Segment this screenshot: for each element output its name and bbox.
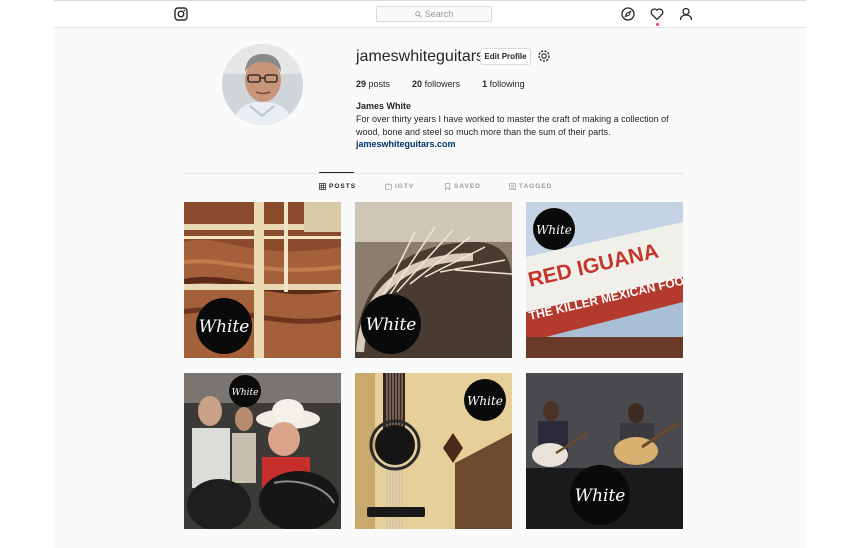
search-icon	[414, 10, 422, 18]
notification-dot	[656, 23, 659, 26]
grid-icon	[319, 183, 326, 190]
post-tile[interactable]: White	[355, 202, 512, 358]
post-tile[interactable]: White	[184, 373, 341, 529]
tab-saved-label: SAVED	[454, 183, 481, 190]
watermark-text: White	[232, 388, 259, 398]
posts-stat[interactable]: 29 posts	[356, 79, 390, 89]
tab-posts[interactable]: POSTS	[319, 183, 356, 190]
active-tab-indicator	[319, 172, 354, 173]
tab-saved[interactable]: SAVED	[444, 183, 481, 190]
profile-website-link[interactable]: jameswhiteguitars.com	[356, 139, 456, 149]
explore-compass-icon[interactable]	[621, 7, 635, 21]
post-tile[interactable]: White	[184, 202, 341, 358]
settings-gear-icon[interactable]	[537, 49, 551, 63]
following-stat[interactable]: 1 following	[482, 79, 525, 89]
search-placeholder: Search	[424, 9, 454, 19]
search-input[interactable]: Search	[376, 6, 492, 22]
followers-label: followers	[424, 79, 461, 89]
posts-count: 29	[356, 79, 367, 89]
tab-tagged-label: TAGGED	[519, 183, 553, 190]
profile-bio: For over thirty years I have worked to m…	[356, 114, 669, 137]
profile-avatar[interactable]	[222, 44, 303, 125]
watermark-text: White	[575, 486, 626, 506]
profile-stats: 29 posts 20 followers 1 following	[356, 79, 547, 89]
post-tile[interactable]: White	[355, 373, 512, 529]
tab-igtv-label: IGTV	[395, 183, 415, 190]
tabs-divider	[184, 173, 684, 174]
followers-stat[interactable]: 20 followers	[412, 79, 460, 89]
tab-tagged[interactable]: TAGGED	[509, 183, 552, 190]
watermark-text: White	[467, 394, 503, 408]
following-count: 1	[482, 79, 488, 89]
profile-username: jameswhiteguitars	[356, 48, 485, 65]
post-tile[interactable]: White	[526, 373, 683, 529]
igtv-icon	[385, 183, 392, 190]
watermark-text: White	[199, 317, 250, 337]
bookmark-icon	[444, 183, 451, 190]
watermark-text: White	[536, 223, 572, 237]
following-label: following	[489, 79, 525, 89]
activity-heart-icon[interactable]	[650, 7, 664, 21]
edit-profile-button[interactable]: Edit Profile	[480, 48, 531, 65]
watermark-text: White	[366, 315, 417, 335]
posts-label: posts	[368, 79, 391, 89]
tag-person-icon	[509, 183, 516, 190]
profile-person-icon[interactable]	[679, 7, 693, 21]
profile-full-name: James White	[356, 101, 412, 111]
post-tile[interactable]: RED IGUANA THE KILLER MEXICAN FOOD White	[526, 202, 683, 358]
tab-igtv[interactable]: IGTV	[385, 183, 414, 190]
tab-posts-label: POSTS	[329, 183, 357, 190]
profile-tabs: POSTS IGTV SAVED TAGGED	[184, 183, 684, 195]
instagram-logo-icon[interactable]	[174, 7, 188, 21]
followers-count: 20	[412, 79, 423, 89]
